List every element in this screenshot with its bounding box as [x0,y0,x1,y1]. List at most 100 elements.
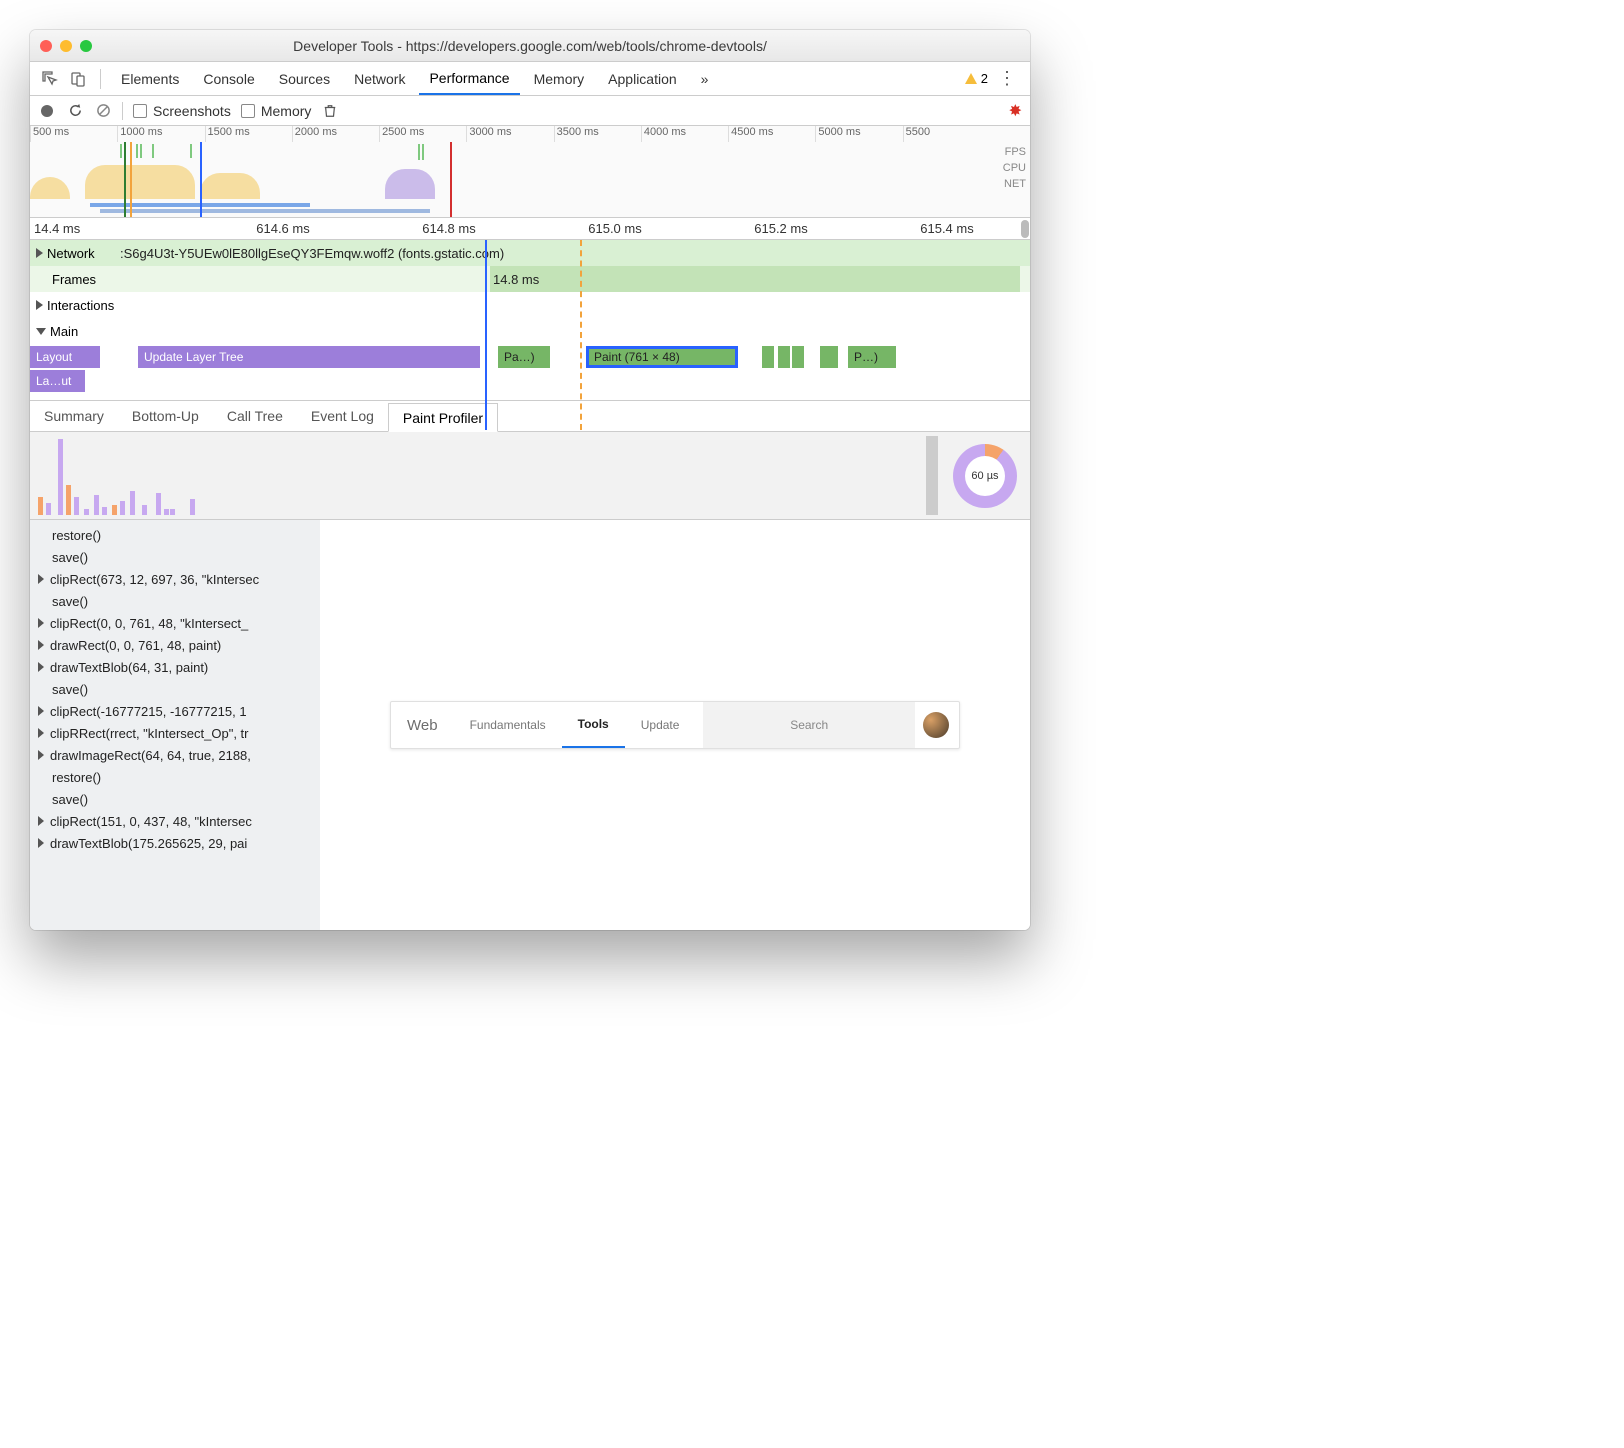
expand-icon[interactable] [38,574,44,584]
expand-icon[interactable] [38,706,44,716]
tab-memory[interactable]: Memory [524,62,595,95]
tab-call-tree[interactable]: Call Tree [213,401,297,431]
expand-icon[interactable] [38,618,44,628]
tabs-overflow[interactable]: » [691,62,719,95]
track-network[interactable]: Network :S6g4U3t-Y5UEw0lE80llgEseQY3FEmq… [30,240,1030,266]
block-paint-a[interactable]: Pa…) [498,346,550,368]
zoom-window-button[interactable] [80,40,92,52]
command-row[interactable]: save() [30,788,320,810]
expand-icon[interactable] [38,662,44,672]
reload-button[interactable] [66,102,84,120]
command-row[interactable]: save() [30,546,320,568]
scrollbar-thumb[interactable] [926,436,938,515]
command-text: drawTextBlob(64, 31, paint) [50,660,208,675]
command-row[interactable]: drawTextBlob(64, 31, paint) [30,656,320,678]
nav-tools[interactable]: Tools [562,702,625,748]
block-paint-s3[interactable] [792,346,804,368]
window-title: Developer Tools - https://developers.goo… [30,38,1030,54]
block-paint-selected[interactable]: Paint (761 × 48) [586,346,738,368]
command-row[interactable]: drawRect(0, 0, 761, 48, paint) [30,634,320,656]
command-row[interactable]: restore() [30,524,320,546]
command-row[interactable]: clipRect(-16777215, -16777215, 1 [30,700,320,722]
trash-icon[interactable] [321,102,339,120]
block-update-layer-tree[interactable]: Update Layer Tree [138,346,480,368]
expand-icon[interactable] [38,728,44,738]
minimize-window-button[interactable] [60,40,72,52]
tab-paint-profiler[interactable]: Paint Profiler [388,403,498,432]
command-row[interactable]: clipRRect(rrect, "kIntersect_Op", tr [30,722,320,744]
tab-elements[interactable]: Elements [111,62,189,95]
settings-icon[interactable]: ✸ [1009,101,1022,121]
paint-commands-list[interactable]: restore()save()clipRect(673, 12, 697, 36… [30,520,320,930]
tab-performance[interactable]: Performance [419,62,519,95]
track-interactions[interactable]: Interactions [30,292,1030,318]
spark-area[interactable] [30,432,924,519]
bottom-split: restore()save()clipRect(673, 12, 697, 36… [30,520,1030,930]
command-row[interactable]: save() [30,678,320,700]
more-menu-icon[interactable]: ⋮ [992,68,1022,89]
block-layout[interactable]: Layout [30,346,100,368]
avatar[interactable] [923,712,949,738]
network-request-text: :S6g4U3t-Y5UEw0lE80llgEseQY3FEmqw.woff2 … [120,246,504,261]
tab-network[interactable]: Network [344,62,415,95]
close-window-button[interactable] [40,40,52,52]
nav-fundamentals[interactable]: Fundamentals [454,702,562,748]
memory-checkbox[interactable]: Memory [241,103,312,119]
expand-icon[interactable] [36,300,43,310]
donut-chart: 60 µs [940,432,1030,519]
command-row[interactable]: drawTextBlob(175.265625, 29, pai [30,832,320,854]
command-row[interactable]: drawImageRect(64, 64, true, 2188, [30,744,320,766]
tab-event-log[interactable]: Event Log [297,401,388,431]
expand-icon[interactable] [36,248,43,258]
block-paint-s4[interactable] [820,346,838,368]
command-text: drawTextBlob(175.265625, 29, pai [50,836,247,851]
nav-search[interactable]: Search [703,702,915,748]
command-text: drawImageRect(64, 64, true, 2188, [50,748,251,763]
warnings-badge[interactable]: 2 [965,71,988,86]
expand-icon[interactable] [38,816,44,826]
scrollbar-thumb[interactable] [1021,220,1029,238]
warning-icon [965,73,977,84]
track-main[interactable]: Main [30,318,1030,344]
detail-ruler[interactable]: 14.4 ms 614.6 ms 614.8 ms 615.0 ms 615.2… [30,218,1030,240]
expand-icon[interactable] [38,838,44,848]
donut-label: 60 µs [965,456,1005,496]
nav-updates[interactable]: Update [625,702,696,748]
command-text: drawRect(0, 0, 761, 48, paint) [50,638,221,653]
block-layout-2[interactable]: La…ut [30,370,85,392]
block-paint-s2[interactable] [778,346,790,368]
device-toggle-icon[interactable] [66,67,90,91]
tab-sources[interactable]: Sources [269,62,340,95]
expand-icon[interactable] [38,750,44,760]
expand-icon[interactable] [38,640,44,650]
tab-console[interactable]: Console [193,62,264,95]
command-text: clipRect(0, 0, 761, 48, "kIntersect_ [50,616,248,631]
command-row[interactable]: clipRect(151, 0, 437, 48, "kIntersec [30,810,320,832]
command-row[interactable]: clipRect(673, 12, 697, 36, "kIntersec [30,568,320,590]
collapse-icon[interactable] [36,328,46,335]
command-row[interactable]: clipRect(0, 0, 761, 48, "kIntersect_ [30,612,320,634]
preview-nav-card: Web Fundamentals Tools Update Search [390,701,960,749]
block-paint-c[interactable]: P…) [848,346,896,368]
inspect-icon[interactable] [38,67,62,91]
tab-summary[interactable]: Summary [30,401,118,431]
command-text: clipRRect(rrect, "kIntersect_Op", tr [50,726,249,741]
tab-application[interactable]: Application [598,62,687,95]
command-row[interactable]: restore() [30,766,320,788]
command-row[interactable]: save() [30,590,320,612]
nav-logo[interactable]: Web [391,702,454,748]
block-paint-s1[interactable] [762,346,774,368]
tracks-area[interactable]: Network :S6g4U3t-Y5UEw0lE80llgEseQY3FEmq… [30,240,1030,400]
tab-bottom-up[interactable]: Bottom-Up [118,401,213,431]
perf-toolbar: Screenshots Memory ✸ [30,96,1030,126]
overview-timeline[interactable]: 500 ms1000 ms1500 ms 2000 ms2500 ms3000 … [30,126,1030,218]
paint-profiler-bar[interactable]: 60 µs [30,432,1030,520]
record-button[interactable] [38,102,56,120]
flame-chart[interactable]: Layout La…ut Update Layer Tree Pa…) Pain… [30,344,1030,400]
traffic-lights [40,40,92,52]
track-frames[interactable]: Frames 14.8 ms [30,266,1030,292]
screenshots-checkbox[interactable]: Screenshots [133,103,231,119]
overview-labels: FPS CPU NET [1003,144,1026,192]
overview-ticks: 500 ms1000 ms1500 ms 2000 ms2500 ms3000 … [30,126,990,142]
clear-button[interactable] [94,102,112,120]
